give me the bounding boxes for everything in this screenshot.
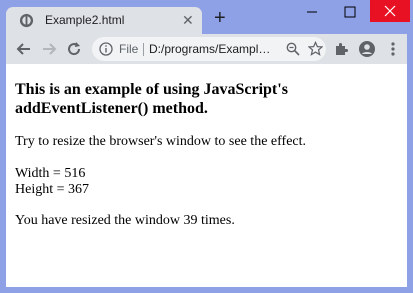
info-icon[interactable] — [99, 42, 113, 56]
page-content: This is an example of using JavaScript's… — [6, 64, 407, 287]
title-bar: Example2.html ✕ + — [0, 0, 413, 34]
profile-icon[interactable] — [358, 40, 376, 58]
close-icon[interactable]: ✕ — [182, 12, 194, 29]
address-bar[interactable]: File D:/programs/Exampl… — [92, 37, 326, 61]
width-value: Width = 516 — [15, 166, 86, 181]
browser-toolbar: File D:/programs/Exampl… — [6, 34, 407, 64]
extensions-icon[interactable] — [333, 41, 349, 57]
instruction-text: Try to resize the browser's window to se… — [15, 134, 307, 149]
maximize-icon[interactable] — [332, 0, 368, 24]
dimensions-text: Width = 516 Height = 367 — [15, 166, 89, 198]
resize-count-text: You have resized the window 39 times. — [15, 213, 235, 228]
forward-arrow-icon[interactable] — [40, 40, 58, 58]
plus-icon[interactable]: + — [214, 8, 226, 28]
address-separator — [143, 43, 144, 56]
zoom-icon[interactable] — [286, 42, 300, 56]
minimize-icon[interactable] — [294, 0, 330, 24]
star-icon[interactable] — [308, 41, 323, 56]
page-heading: This is an example of using JavaScript's… — [15, 81, 288, 117]
menu-icon[interactable] — [386, 41, 400, 57]
window-close-icon[interactable] — [370, 0, 410, 22]
url-text[interactable]: D:/programs/Exampl… — [149, 42, 281, 56]
browser-window: Example2.html ✕ + File D:/programs/Examp… — [0, 0, 413, 293]
scheme-label: File — [119, 42, 139, 56]
height-value: Height = 367 — [15, 182, 89, 197]
reload-icon[interactable] — [65, 40, 83, 58]
globe-icon — [19, 13, 34, 28]
back-arrow-icon[interactable] — [15, 40, 33, 58]
tab-title: Example2.html — [45, 13, 125, 27]
tab-example2[interactable]: Example2.html ✕ — [6, 7, 202, 34]
